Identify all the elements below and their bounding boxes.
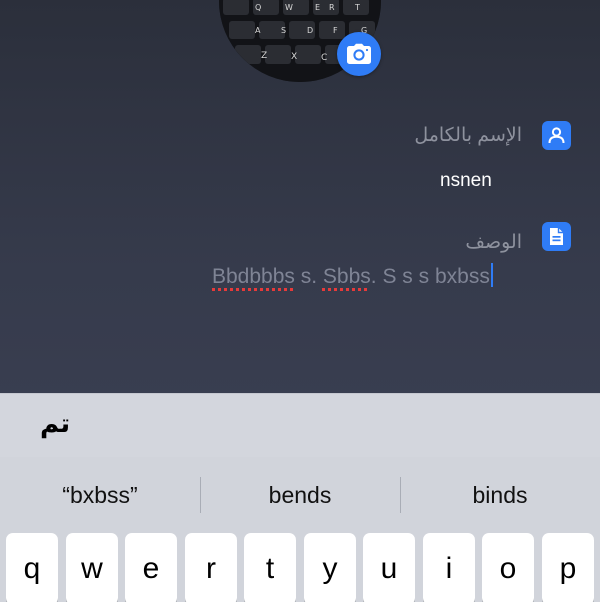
svg-text:E: E [315,3,320,12]
edit-profile-screen: Q W E R T A S D F G Z X C الإسم بالكامل … [0,0,600,602]
svg-text:D: D [307,26,313,35]
predictive-bar: “bxbss” bends binds [0,457,600,533]
document-icon [542,222,571,251]
suggestion-bends[interactable]: bends [200,457,400,533]
svg-text:T: T [354,3,360,12]
key-y[interactable]: y [304,533,356,602]
svg-text:Q: Q [255,3,261,12]
key-q[interactable]: q [6,533,58,602]
svg-text:F: F [333,26,338,35]
svg-text:W: W [285,3,293,12]
description-field[interactable]: Bbdbbbs s. Sbbs. S s s bxbss [212,263,493,289]
avatar-key-row-1: Q W E R T [223,0,369,15]
description-label: الوصف [465,232,522,253]
key-row-top: q w e r t y u i o p [0,533,600,602]
key-p[interactable]: p [542,533,594,602]
key-r[interactable]: r [185,533,237,602]
keyboard-toolbar: تم [0,393,600,458]
key-o[interactable]: o [482,533,534,602]
done-button[interactable]: تم [40,408,70,439]
key-e[interactable]: e [125,533,177,602]
svg-text:A: A [255,26,261,35]
suggestion-binds[interactable]: binds [400,457,600,533]
description-text-part: Sbbs [322,265,371,288]
key-t[interactable]: t [244,533,296,602]
key-i[interactable]: i [423,533,475,602]
description-text-part: Bbdbbbs [212,265,295,288]
text-cursor [490,263,493,287]
key-u[interactable]: u [363,533,415,602]
svg-text:Z: Z [261,51,267,61]
svg-text:R: R [329,3,335,12]
svg-text:C: C [321,53,327,63]
change-photo-button[interactable] [337,32,381,76]
svg-text:S: S [281,26,286,35]
svg-text:X: X [291,52,297,62]
keyboard: “bxbss” bends binds q w e r t y u i o p [0,457,600,602]
full-name-label: الإسم بالكامل [414,125,522,146]
full-name-field[interactable]: nsnen [440,170,492,192]
camera-icon [347,43,371,64]
description-text-part: . S s s bxbss [370,265,490,288]
key-w[interactable]: w [66,533,118,602]
person-icon [542,121,571,150]
description-text-part: s. [294,265,323,288]
suggestion-current-word[interactable]: “bxbss” [0,457,200,533]
